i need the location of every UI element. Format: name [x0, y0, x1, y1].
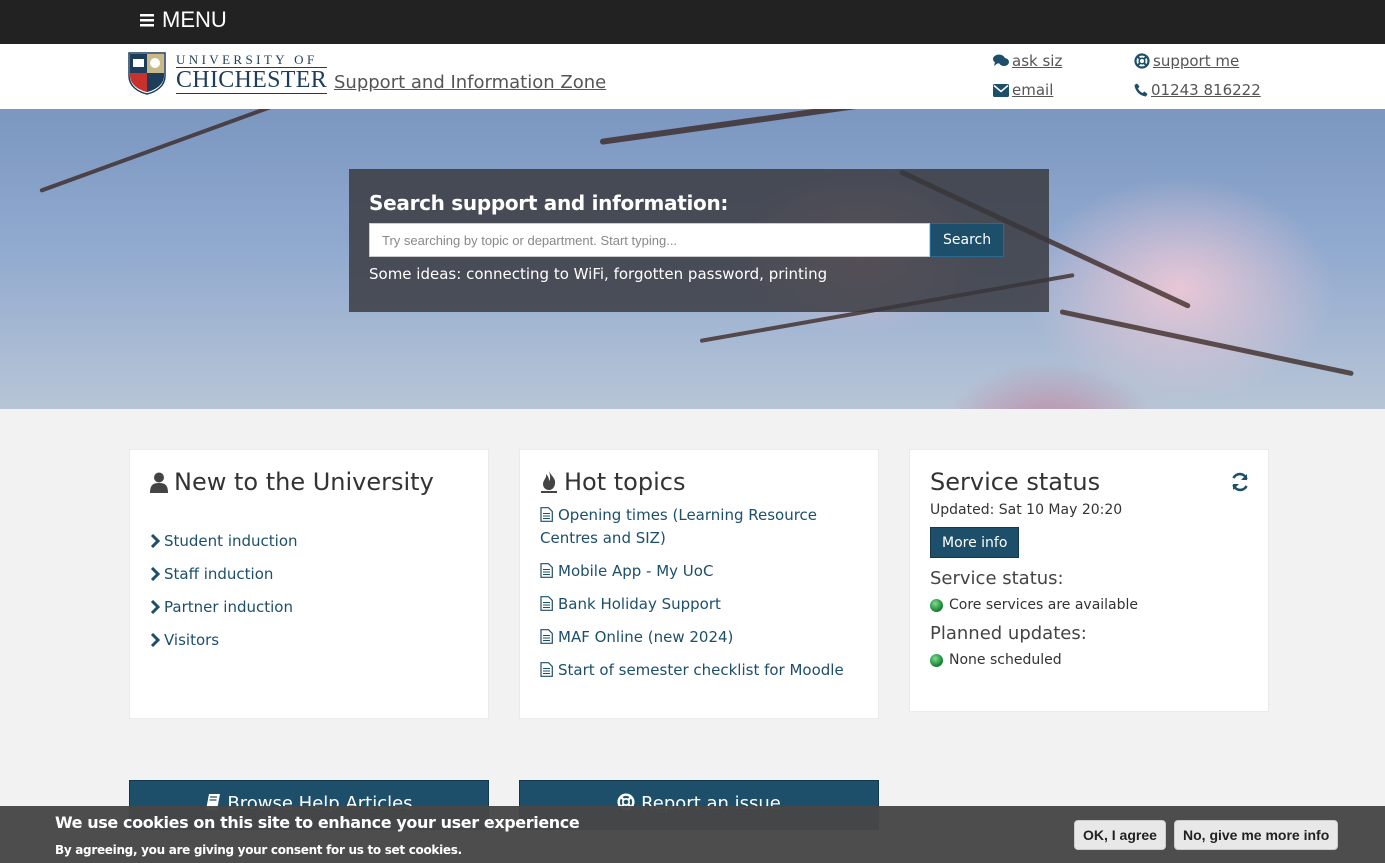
- list-item: Bank Holiday Support: [540, 593, 858, 616]
- ideas-label: Some ideas:: [369, 265, 462, 283]
- hamburger-icon: [140, 13, 154, 26]
- search-ideas: Some ideas: connecting to WiFi, forgotte…: [369, 265, 828, 283]
- visitors-link[interactable]: Visitors: [150, 631, 219, 649]
- email-label: email: [1012, 81, 1054, 99]
- staff-induction-link[interactable]: Staff induction: [150, 565, 273, 583]
- cookie-agree-button[interactable]: OK, I agree: [1074, 820, 1166, 850]
- fire-icon: [541, 471, 557, 493]
- site-header: UNIVERSITY OF CHICHESTER Support and Inf…: [0, 44, 1385, 109]
- search-input[interactable]: [369, 223, 930, 257]
- new-to-university-card: New to the University Student induction …: [129, 449, 489, 719]
- list-item: Partner induction: [150, 590, 468, 623]
- planned-updates-subheading: Planned updates:: [930, 623, 1087, 644]
- list-item: Student induction: [150, 524, 468, 557]
- email-link[interactable]: email: [993, 81, 1053, 99]
- ask-siz-link[interactable]: ask siz: [993, 52, 1062, 70]
- idea-link-printing[interactable]: printing: [769, 265, 827, 283]
- university-logo[interactable]: UNIVERSITY OF CHICHESTER: [128, 52, 328, 95]
- chevron-right-icon: [150, 632, 160, 647]
- support-me-link[interactable]: support me: [1134, 52, 1239, 70]
- logo-bottom-text: CHICHESTER: [176, 67, 328, 94]
- document-icon: [540, 596, 553, 611]
- hero-banner: Search support and information: Search S…: [0, 109, 1385, 409]
- service-status-heading: Service status: [930, 468, 1101, 496]
- mobile-app-link[interactable]: Mobile App - My UoC: [558, 562, 713, 580]
- moodle-checklist-link[interactable]: Start of semester checklist for Moodle: [558, 661, 844, 679]
- chat-icon: [993, 54, 1009, 66]
- phone-icon: [1134, 83, 1148, 97]
- student-induction-link[interactable]: Student induction: [150, 532, 298, 550]
- document-icon: [540, 507, 553, 522]
- list-item: Mobile App - My UoC: [540, 560, 858, 583]
- refresh-icon[interactable]: [1230, 472, 1250, 492]
- service-status-text: Core services are available: [949, 597, 1139, 613]
- cookie-heading: We use cookies on this site to enhance y…: [55, 813, 580, 832]
- partner-induction-link[interactable]: Partner induction: [150, 598, 293, 616]
- list-item: Visitors: [150, 623, 468, 656]
- hot-topics-card: Hot topics Opening times (Learning Resou…: [519, 449, 879, 719]
- branch-decoration: [39, 109, 323, 193]
- logo-top-text: UNIVERSITY OF: [176, 52, 318, 67]
- site-title-link[interactable]: Support and Information Zone: [334, 72, 606, 93]
- cookie-subtext: By agreeing, you are giving your consent…: [55, 843, 462, 857]
- search-button[interactable]: Search: [930, 223, 1005, 257]
- menu-button[interactable]: MENU: [140, 7, 227, 33]
- idea-link-wifi[interactable]: connecting to WiFi: [466, 265, 604, 283]
- planned-updates-text: None scheduled: [949, 652, 1062, 668]
- list-item: MAF Online (new 2024): [540, 626, 858, 649]
- maf-online-link[interactable]: MAF Online (new 2024): [558, 628, 733, 646]
- phone-label: 01243 816222: [1151, 81, 1261, 99]
- document-icon: [540, 629, 553, 644]
- cookie-more-info-button[interactable]: No, give me more info: [1174, 820, 1339, 850]
- support-me-label: support me: [1153, 52, 1240, 70]
- status-dot-icon: [930, 598, 943, 612]
- chevron-right-icon: [150, 566, 160, 581]
- document-icon: [540, 563, 553, 578]
- menu-label: MENU: [162, 7, 227, 32]
- search-title: Search support and information:: [369, 191, 729, 215]
- branch-decoration: [1059, 309, 1354, 377]
- planned-updates-line: None scheduled: [930, 652, 1248, 668]
- lifebuoy-icon: [1134, 53, 1150, 69]
- search-panel: Search support and information: Search S…: [349, 169, 1049, 312]
- list-item: Start of semester checklist for Moodle: [540, 659, 858, 682]
- idea-link-password[interactable]: forgotten password: [614, 265, 760, 283]
- ask-siz-label: ask siz: [1012, 52, 1063, 70]
- service-status-line: Core services are available: [930, 597, 1248, 613]
- bank-holiday-link[interactable]: Bank Holiday Support: [558, 595, 721, 613]
- opening-times-link[interactable]: Opening times (Learning Resource Centres…: [540, 506, 817, 547]
- phone-link[interactable]: 01243 816222: [1134, 81, 1261, 99]
- more-info-button[interactable]: More info: [930, 527, 1020, 558]
- list-item: Staff induction: [150, 557, 468, 590]
- new-to-university-heading: New to the University: [150, 468, 468, 496]
- top-bar: MENU: [0, 0, 1385, 44]
- crest-icon: [128, 52, 166, 95]
- list-item: Opening times (Learning Resource Centres…: [540, 504, 858, 550]
- chevron-right-icon: [150, 599, 160, 614]
- cookie-banner: We use cookies on this site to enhance y…: [0, 806, 1385, 863]
- user-icon: [150, 472, 168, 493]
- hot-topics-heading: Hot topics: [540, 468, 858, 496]
- service-status-card: Service status Updated: Sat 10 May 20:20…: [909, 449, 1269, 712]
- status-updated-time: Updated: Sat 10 May 20:20: [930, 502, 1123, 518]
- service-status-subheading: Service status:: [930, 568, 1064, 589]
- envelope-icon: [993, 83, 1009, 97]
- branch-decoration: [599, 109, 1017, 145]
- document-icon: [540, 662, 553, 677]
- chevron-right-icon: [150, 533, 160, 548]
- status-dot-icon: [930, 653, 943, 667]
